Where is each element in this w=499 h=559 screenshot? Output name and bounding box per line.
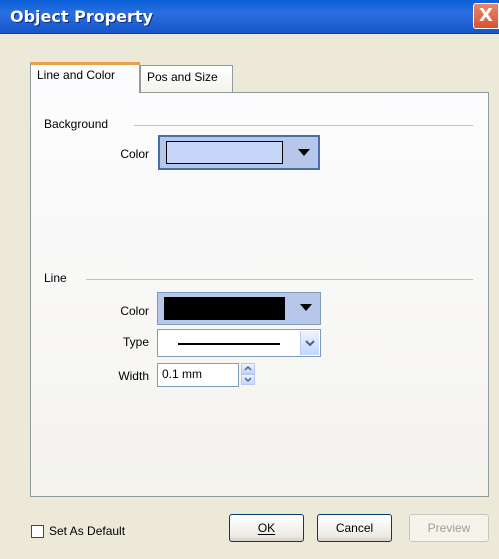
line-width-label: Width [118,369,149,383]
line-color-swatch [164,297,285,320]
line-width-input[interactable]: 0.1 mm [157,363,239,387]
line-type-select[interactable] [157,329,321,357]
line-type-dropdown-button[interactable] [300,331,319,355]
line-group-title: Line [44,271,67,285]
chevron-down-icon [305,340,315,347]
line-width-spinner[interactable] [241,363,255,385]
cancel-button[interactable]: Cancel [317,514,392,542]
line-color-label: Color [120,304,149,318]
tab-pos-and-size[interactable]: Pos and Size [140,65,233,92]
ok-button[interactable]: OK [229,514,304,542]
tab-panel: Background Color Line Color Type Width 0… [30,92,489,497]
background-group-title: Background [44,117,109,131]
preview-button[interactable]: Preview [409,514,489,542]
chevron-down-icon [298,149,310,156]
tab-line-and-color[interactable]: Line and Color [30,62,140,93]
spin-down-button[interactable] [241,374,255,385]
close-icon: X [479,5,493,26]
line-type-preview [178,343,280,345]
title-bar: Object Property X [0,0,499,34]
line-color-picker[interactable] [157,292,321,325]
line-type-label: Type [122,335,149,349]
background-color-label: Color [120,147,149,161]
window-title: Object Property [10,7,153,26]
cancel-button-label: Cancel [335,521,374,535]
arrow-down-icon [244,377,252,383]
set-as-default-label[interactable]: Set As Default [49,524,125,538]
tab-label: Pos and Size [147,70,218,84]
background-color-picker[interactable] [158,135,320,170]
set-as-default-checkbox[interactable] [31,525,44,538]
spin-up-button[interactable] [241,363,255,374]
arrow-up-icon [244,365,252,371]
background-color-swatch [166,141,283,164]
ok-button-label: OK [257,521,276,535]
close-button[interactable]: X [473,3,499,29]
line-width-value: 0.1 mm [162,367,203,381]
group-divider [134,125,473,126]
preview-button-label: Preview [427,521,471,535]
group-divider [86,279,473,280]
tab-label: Line and Color [37,68,116,82]
chevron-down-icon [300,304,312,311]
